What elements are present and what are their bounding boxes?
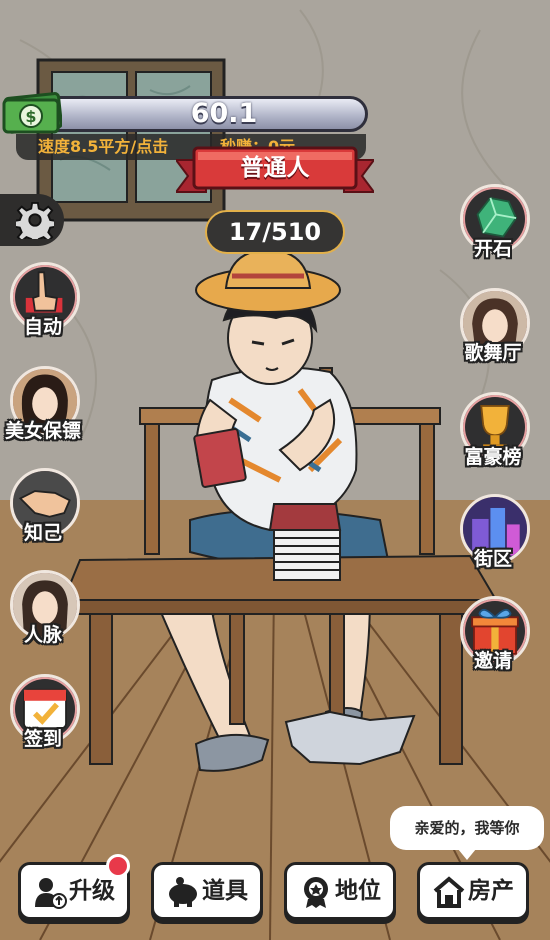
network-label: 人脉 xyxy=(23,624,62,646)
network-button[interactable]: 人脉 xyxy=(6,570,80,654)
medal-icon xyxy=(304,877,328,908)
money-stack[interactable] xyxy=(268,503,342,581)
status-button[interactable]: 地位 xyxy=(284,862,396,920)
status-label: 地位 xyxy=(335,878,381,904)
gear-icon xyxy=(16,201,54,239)
confidant-button[interactable]: 知己 xyxy=(6,468,80,552)
upgrade-person-icon xyxy=(35,878,67,909)
money-value: 60.1 xyxy=(190,98,258,129)
money-bar: 60.1 xyxy=(30,96,368,132)
auto-button[interactable]: 自动 xyxy=(6,262,80,346)
open-stone-button[interactable]: 开石 xyxy=(456,184,530,268)
rich-list-button[interactable]: 富豪榜 xyxy=(456,392,530,476)
confidant-label: 知己 xyxy=(23,522,62,544)
svg-text:$: $ xyxy=(25,107,36,126)
rank-title: 普通人 xyxy=(240,155,310,181)
cash-icon: $ xyxy=(2,92,62,134)
open-stone-label: 开石 xyxy=(473,238,512,260)
dance-hall-label: 歌舞厅 xyxy=(464,342,522,364)
bodyguard-button[interactable]: 美女保镖 xyxy=(5,366,81,450)
property-label: 房产 xyxy=(468,878,514,904)
rich-list-label: 富豪榜 xyxy=(464,446,522,468)
settings-button[interactable] xyxy=(0,194,64,246)
district-button[interactable]: 街区 xyxy=(456,494,530,578)
piggy-bank-icon xyxy=(169,877,197,907)
checkin-button[interactable]: 签到 xyxy=(6,674,80,758)
bodyguard-label: 美女保镖 xyxy=(4,420,81,442)
invite-button[interactable]: 邀请 xyxy=(456,596,530,680)
rank-progress-text: 17/510 xyxy=(228,218,322,246)
speed-text: 速度8.5平方/点击 xyxy=(38,137,169,156)
speech-bubble-text: 亲爱的，我等你 xyxy=(414,819,520,837)
upgrade-notification-badge xyxy=(106,854,130,878)
items-button[interactable]: 道具 xyxy=(151,862,263,920)
district-label: 街区 xyxy=(473,548,512,570)
checkin-label: 签到 xyxy=(23,728,62,750)
house-icon xyxy=(433,876,465,908)
rank-progress: 17/510 xyxy=(205,210,345,254)
dance-hall-button[interactable]: 歌舞厅 xyxy=(456,288,530,372)
items-label: 道具 xyxy=(202,878,248,904)
invite-label: 邀请 xyxy=(473,650,512,672)
property-button[interactable]: 房产 xyxy=(417,862,529,920)
speech-bubble: 亲爱的，我等你 xyxy=(390,806,544,860)
auto-label: 自动 xyxy=(23,316,62,338)
